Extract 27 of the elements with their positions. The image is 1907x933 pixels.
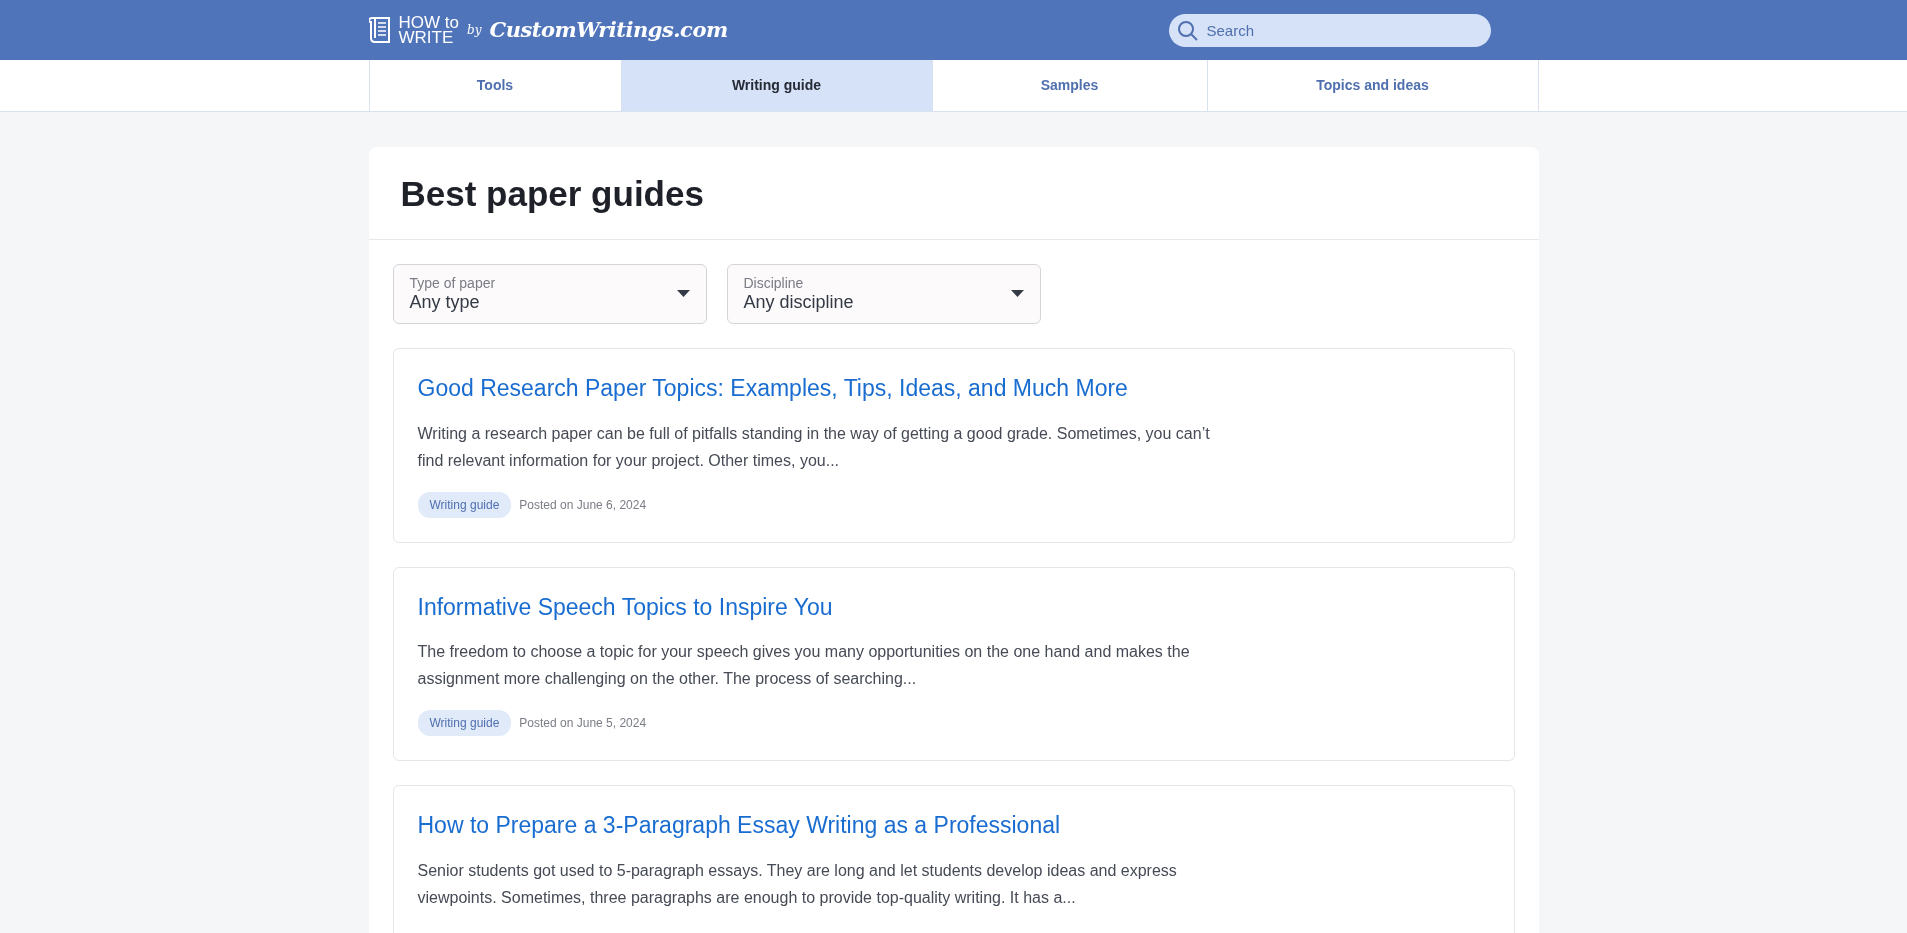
logo-text: by [466, 22, 482, 39]
post-date: Posted on June 6, 2024 [519, 496, 647, 514]
article-excerpt: Senior students got used to 5-paragraph essays. They are long and let students develop ideas and express viewpoints. Sometimes, three paragraphs are enough to provide top-quality writing. It has a... [417, 860, 1178, 908]
article-title-link[interactable]: How to Prepare a 3-Paragraph Essay Writing as a Professional [417, 808, 1061, 843]
article-title-link[interactable]: Good Research Paper Topics: Examples, Tips, Ideas, and Much More [417, 371, 1128, 406]
caret-icon [1010, 290, 1024, 298]
dropdown[interactable]: Discipline Any discipline [726, 264, 1041, 324]
nav-tab[interactable]: Writing guide [620, 60, 932, 111]
article-excerpt: The freedom to choose a topic for your speech gives you many opportunities on the one hand and makes the assignment more challenging on the other. The process of searching... [417, 642, 1191, 689]
post-date: Posted on June 5, 2024 [519, 715, 647, 732]
logo-text: HOW to [398, 15, 459, 30]
category-tag[interactable]: Writing guide [417, 491, 512, 518]
nav-tab[interactable]: Topics and ideas [1206, 60, 1539, 111]
dropdown[interactable]: Type of paper Any type [392, 264, 707, 324]
logo-text: WRITE [398, 30, 455, 45]
article-excerpt: Writing a research paper can be full of pitfalls standing in the way of getting a good grade. Sometimes, you can’t find relevant information for your project. Other times, you... [417, 423, 1211, 471]
page-title: Best paper guides [368, 147, 1539, 240]
document-icon [368, 16, 391, 44]
brand-logo-text: CustomWritings.com [489, 16, 728, 45]
dropdown-label: Discipline [743, 275, 805, 291]
dropdown-label: Type of paper [409, 275, 496, 291]
article-title-link[interactable]: Informative Speech Topics to Inspire You [417, 589, 833, 624]
search-field[interactable]: Search [1168, 13, 1491, 47]
category-tag[interactable]: Writing guide [417, 710, 512, 736]
caret-icon [676, 290, 690, 298]
dropdown-value: Any type [409, 291, 481, 313]
dropdown-value: Any discipline [743, 291, 854, 313]
